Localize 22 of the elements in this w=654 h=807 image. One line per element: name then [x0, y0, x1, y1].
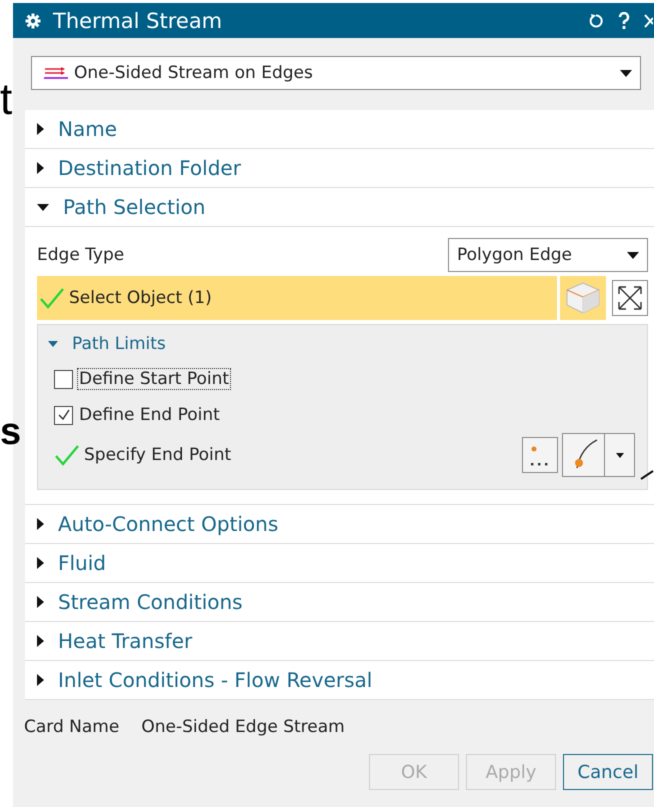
- dialog-button[interactable]: Cancel: [563, 754, 653, 790]
- slide-text-fragment: s: [0, 410, 22, 454]
- section-header[interactable]: Auto-Connect Options: [25, 505, 654, 544]
- section-header[interactable]: Fluid: [25, 544, 654, 583]
- type-dropdown[interactable]: One-Sided Stream on Edges: [31, 56, 641, 90]
- field-label: Edge Type: [37, 245, 124, 265]
- section-header[interactable]: Stream Conditions: [25, 583, 654, 622]
- path-limits-header[interactable]: Path Limits: [48, 331, 647, 357]
- section-header[interactable]: Destination Folder: [25, 149, 654, 188]
- card-name-value: One-Sided Edge Stream: [141, 717, 345, 737]
- select-object-bar[interactable]: Select Object (1): [37, 276, 557, 320]
- checkbox-label[interactable]: Define Start Point: [77, 368, 232, 390]
- edge-type-dropdown[interactable]: Polygon Edge: [448, 238, 648, 272]
- section-header[interactable]: Name: [25, 110, 654, 149]
- card-name-label: Card Name: [24, 717, 120, 737]
- section-header[interactable]: Inlet Conditions - Flow Reversal: [25, 661, 654, 700]
- slide-text-fragment: t: [0, 78, 12, 122]
- section-header[interactable]: Path Selection: [25, 188, 654, 227]
- window-title: Thermal Stream: [53, 8, 224, 32]
- section-header[interactable]: Heat Transfer: [25, 622, 654, 661]
- specify-point-label: Specify End Point: [84, 445, 232, 465]
- checkbox-label[interactable]: Define End Point: [77, 404, 222, 426]
